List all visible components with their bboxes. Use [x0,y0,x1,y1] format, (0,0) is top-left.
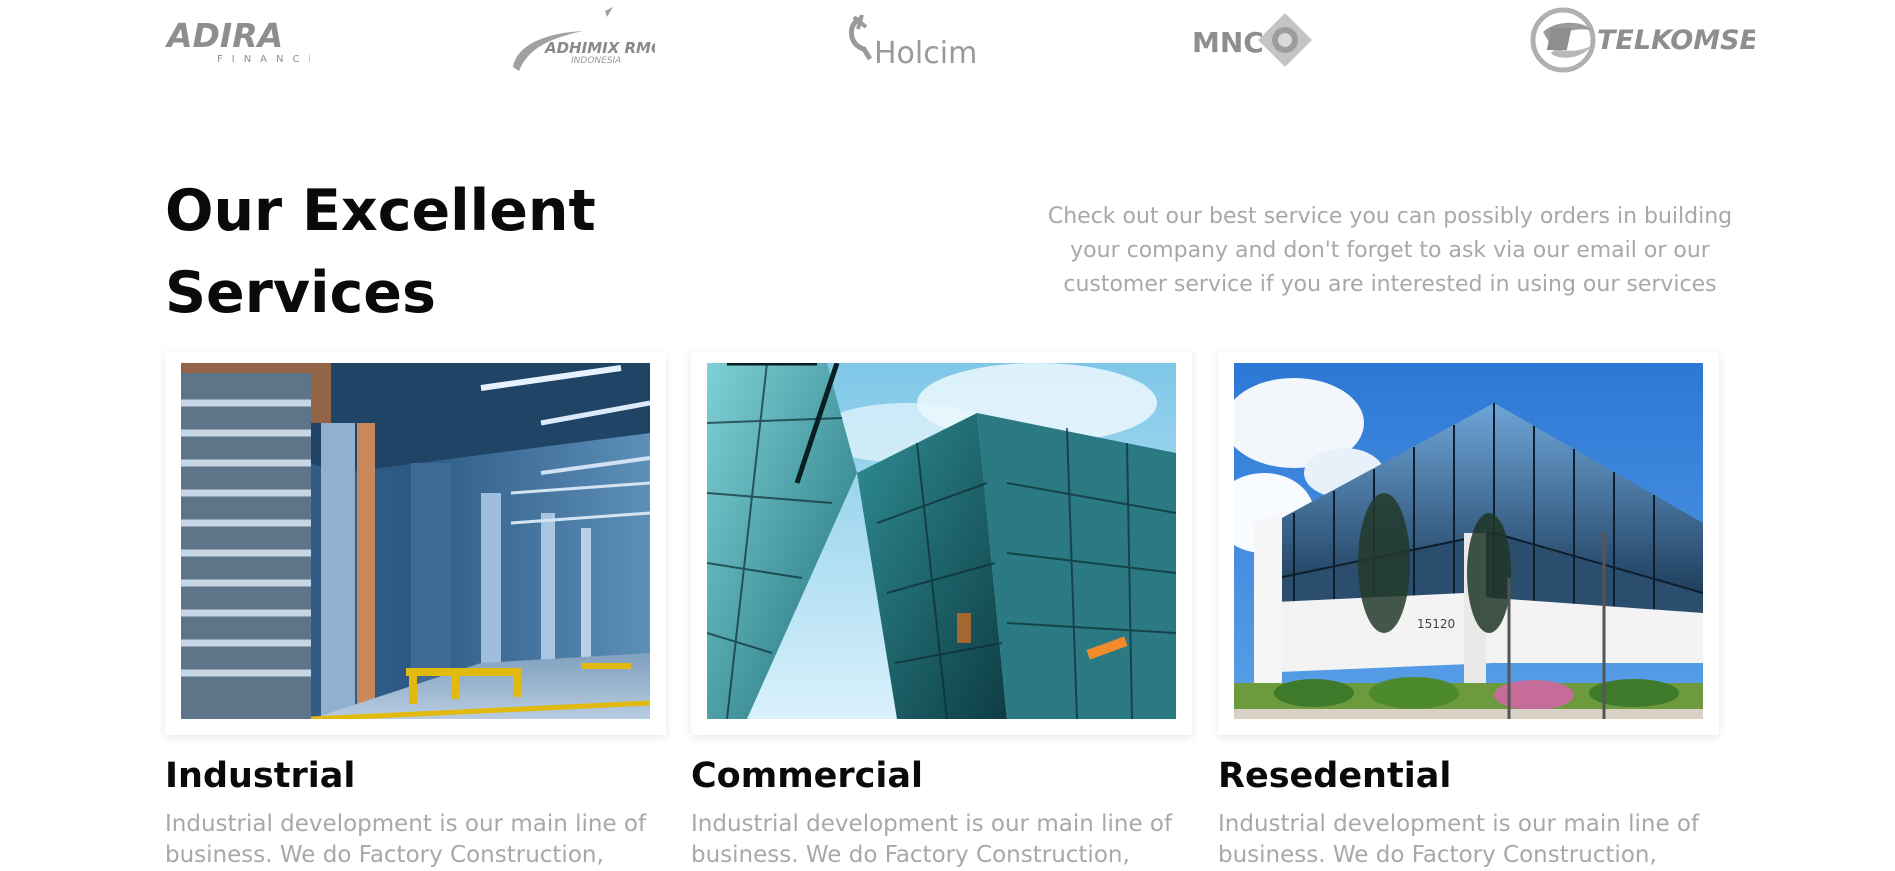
services-heading-line2: Services [165,260,436,326]
service-card-commercial[interactable]: Commercial Industrial development is our… [691,351,1192,871]
residential-office-building-image: 15120 [1234,363,1703,719]
service-card-title: Resedential [1218,756,1452,796]
logo-adira: ADIRA FINANCE [165,0,310,80]
logo-telkomsel: TELKOMSEL [1525,0,1755,80]
logo-holcim-name: Holcim [874,36,977,71]
service-card-image-frame: 15120 [1218,351,1719,735]
logo-adhimix-name: ADHIMIX RMC [544,39,655,57]
services-intro: Check out our best service you can possi… [1047,204,1733,297]
logo-adira-sub: FINANCE [217,54,310,65]
logo-mnc: MNC [1190,0,1330,80]
logo-holcim: Holcim [840,0,980,80]
logo-telkomsel-name: TELKOMSEL [1597,25,1755,56]
partner-logos: ADIRA FINANCE ADHIMIX RMC INDONESIA Holc… [0,0,1895,80]
svg-text:15120: 15120 [1417,617,1455,631]
service-card-description: Industrial development is our main line … [691,811,1173,868]
service-card-image-frame [691,351,1192,735]
logo-adhimix-sub: INDONESIA [571,56,621,66]
service-card-resedential[interactable]: 15120 Resedential Industrial development… [1218,351,1719,871]
services-heading-line1: Our Excellent [165,178,596,244]
service-card-title: Industrial [165,756,356,796]
industrial-warehouse-image [181,363,650,719]
service-card-title: Commercial [691,756,924,796]
service-card-description: Industrial development is our main line … [1218,811,1700,868]
service-card-image-frame [165,351,666,735]
service-card-description: Industrial development is our main line … [165,811,647,868]
logo-mnc-name: MNC [1192,26,1264,59]
services-heading: Our Excellent Services [165,170,725,334]
logo-adira-name: ADIRA [165,16,283,55]
commercial-glass-tower-image [707,363,1176,719]
logo-adhimix: ADHIMIX RMC INDONESIA [505,0,655,80]
service-card-industrial[interactable]: Industrial Industrial development is our… [165,351,666,871]
